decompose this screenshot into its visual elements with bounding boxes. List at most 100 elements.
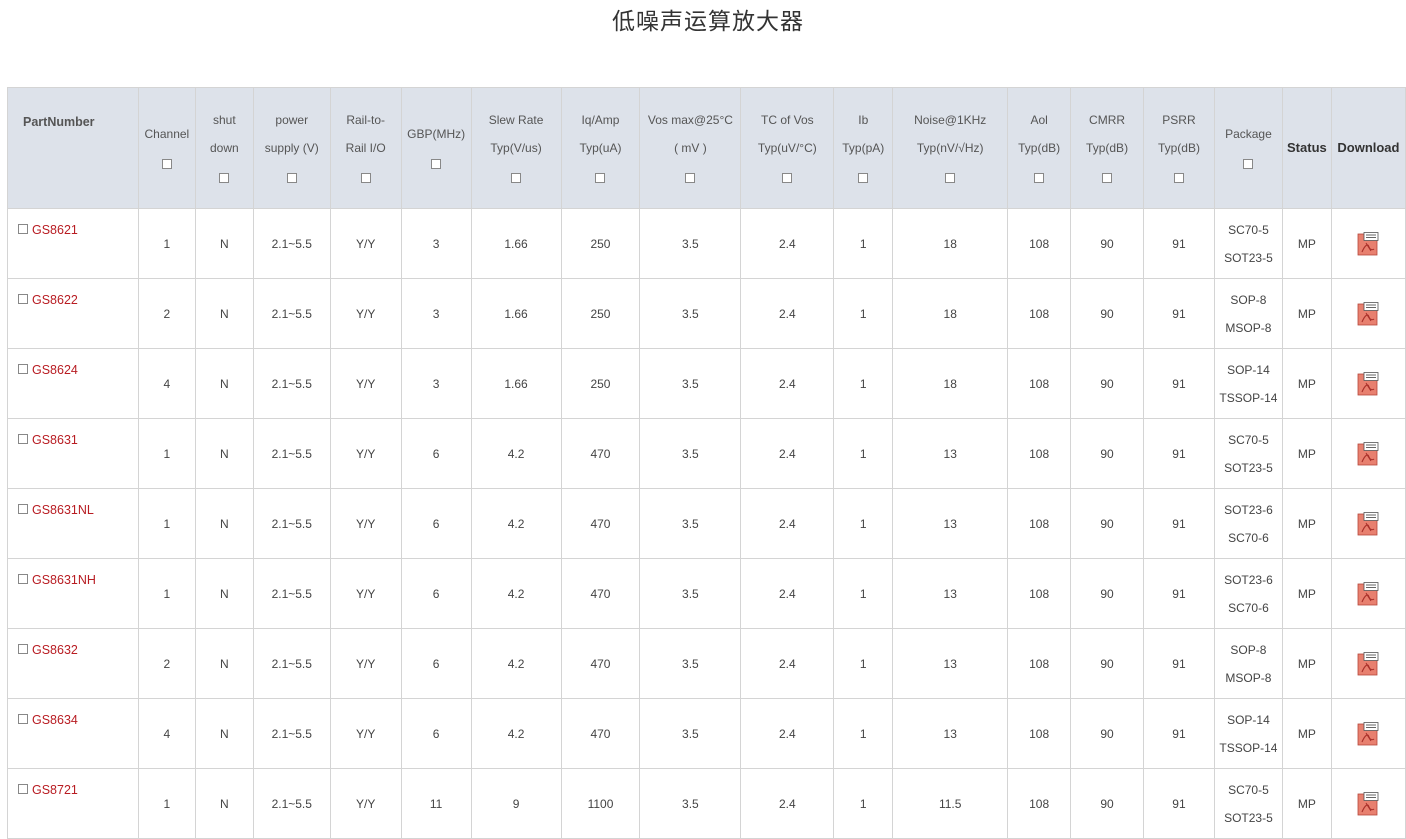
column-filter-checkbox[interactable] [945,172,956,183]
datasheet-download-button[interactable] [1357,372,1379,396]
cell-supply: 2.1~5.5 [252,418,331,489]
pdf-icon[interactable] [1357,722,1379,746]
cell-vos: 3.5 [639,558,742,629]
row-select-checkbox[interactable] [18,783,28,794]
column-header-cmrr: CMRR Typ(dB) [1070,87,1145,209]
column-filter-checkbox[interactable] [219,172,230,183]
part-number-link[interactable]: GS8624 [32,363,78,377]
cell-supply: 2.1~5.5 [252,348,331,419]
part-number-link[interactable]: GS8721 [32,783,78,797]
column-filter-checkbox[interactable] [1243,158,1254,169]
row-select-checkbox[interactable] [18,293,28,304]
pdf-icon[interactable] [1357,442,1379,466]
cell-ib: 1 [833,558,894,629]
package-name: SC70-6 [1228,600,1269,615]
cell-shutdown: N [194,418,254,489]
cell-download [1330,348,1406,419]
column-filter-checkbox[interactable] [1173,172,1184,183]
column-header-label: Typ(V/us) [490,141,542,155]
cell-slew: 4.2 [470,558,562,629]
cell-tc: 2.4 [740,558,835,629]
table-row: GS8631NH 1 N 2.1~5.5 Y/Y 6 4.2 470 3.5 2.4 1 13 108 9… [7,558,1406,629]
column-filter-checkbox[interactable] [858,172,869,183]
part-number-link[interactable]: GS8631 [32,433,78,447]
datasheet-download-button[interactable] [1357,792,1379,816]
column-filter-checkbox[interactable] [360,172,371,183]
column-filter-checkbox[interactable] [511,172,522,183]
datasheet-download-button[interactable] [1357,512,1379,536]
datasheet-download-button[interactable] [1357,582,1379,606]
column-filter-checkbox[interactable] [685,172,696,183]
cell-vos: 3.5 [639,628,742,699]
part-number-link[interactable]: GS8631NH [32,573,96,587]
column-header-download: Download [1330,87,1406,209]
row-select-checkbox[interactable] [18,363,28,374]
part-number-link[interactable]: GS8634 [32,713,78,727]
cell-aol: 108 [1007,698,1072,769]
cell-noise: 13 [892,698,1009,769]
part-number-link[interactable]: GS8631NL [32,503,94,517]
cell-vos: 3.5 [639,488,742,559]
datasheet-download-button[interactable] [1357,722,1379,746]
pdf-icon[interactable] [1357,512,1379,536]
package-name: SOP-8 [1230,292,1267,307]
datasheet-download-button[interactable] [1357,302,1379,326]
cell-shutdown: N [194,558,254,629]
column-filter-checkbox[interactable] [431,158,442,169]
cell-download [1330,208,1406,279]
cell-cmrr: 90 [1070,278,1145,349]
datasheet-download-button[interactable] [1357,442,1379,466]
cell-rail: Y/Y [329,278,402,349]
row-select-checkbox[interactable] [18,503,28,514]
pdf-icon[interactable] [1357,302,1379,326]
cell-psrr: 91 [1143,208,1215,279]
pdf-icon[interactable] [1357,652,1379,676]
column-header-label: CMRR [1089,113,1126,127]
cell-cmrr: 90 [1070,628,1145,699]
part-number-link[interactable]: GS8621 [32,223,78,237]
row-select-checkbox[interactable] [18,713,28,724]
cell-aol: 108 [1007,558,1072,629]
cell-partnumber: GS8632 [7,628,139,699]
column-header-label: Status [1287,140,1327,155]
cell-channel: 1 [137,208,196,279]
cell-noise: 13 [892,418,1009,489]
row-select-checkbox[interactable] [18,573,28,584]
cell-shutdown: N [194,348,254,419]
column-filter-checkbox[interactable] [1034,172,1045,183]
cell-iq: 470 [560,558,641,629]
cell-download [1330,278,1406,349]
cell-status: MP [1281,278,1332,349]
cell-rail: Y/Y [329,628,402,699]
cell-supply: 2.1~5.5 [252,628,331,699]
cell-gbp: 11 [400,768,472,839]
cell-partnumber: GS8631NL [7,488,139,559]
cell-shutdown: N [194,208,254,279]
column-filter-checkbox[interactable] [595,172,606,183]
column-filter-checkbox[interactable] [161,158,172,169]
row-select-checkbox[interactable] [18,223,28,234]
column-filter-checkbox[interactable] [1102,172,1113,183]
column-header-noise: Noise@1KHz Typ(nV/√Hz) [892,87,1009,209]
row-select-checkbox[interactable] [18,643,28,654]
column-header-label: Vos max@25°C [647,113,733,127]
cell-slew: 1.66 [470,208,562,279]
row-select-checkbox[interactable] [18,433,28,444]
part-number-link[interactable]: GS8632 [32,643,78,657]
datasheet-download-button[interactable] [1357,232,1379,256]
part-number-link[interactable]: GS8622 [32,293,78,307]
column-filter-checkbox[interactable] [286,172,297,183]
datasheet-download-button[interactable] [1357,652,1379,676]
cell-package: SOP-8 MSOP-8 [1213,628,1283,699]
pdf-icon[interactable] [1357,232,1379,256]
cell-psrr: 91 [1143,558,1215,629]
cell-slew: 4.2 [470,698,562,769]
cell-package: SC70-5 SOT23-5 [1213,768,1283,839]
column-filter-checkbox[interactable] [782,172,793,183]
cell-partnumber: GS8631NH [7,558,139,629]
pdf-icon[interactable] [1357,372,1379,396]
cell-psrr: 91 [1143,628,1215,699]
pdf-icon[interactable] [1357,582,1379,606]
pdf-icon[interactable] [1357,792,1379,816]
column-header-label: PSRR [1162,113,1196,127]
